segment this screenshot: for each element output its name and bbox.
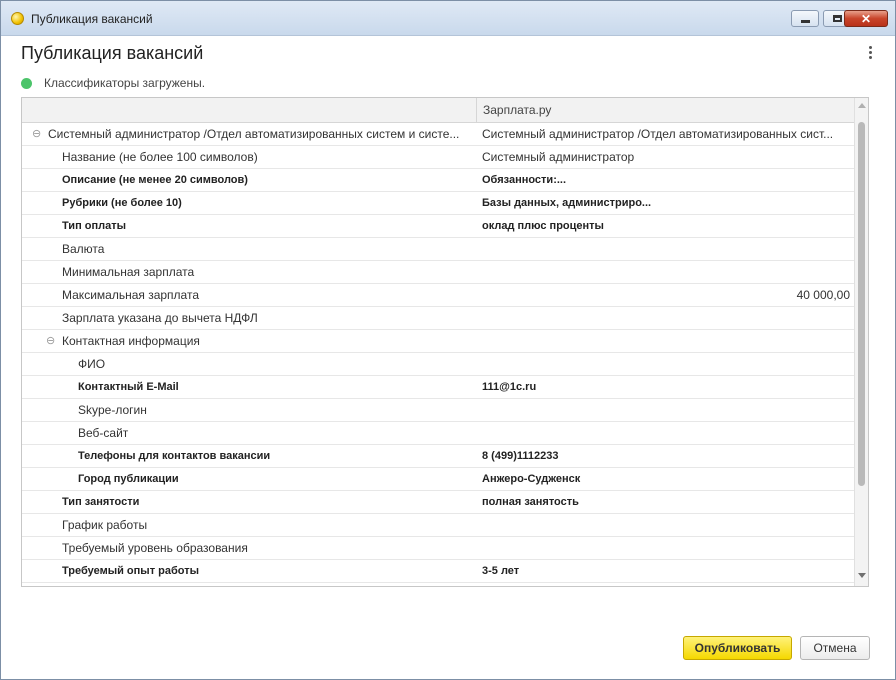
table-row[interactable]: Skype-логин: [22, 399, 856, 422]
table-row[interactable]: Требуемый уровень образования: [22, 537, 856, 560]
table-row[interactable]: Максимальная зарплата 40 000,00: [22, 284, 856, 307]
collapse-toggle-icon[interactable]: ⊖: [46, 330, 55, 352]
row-field-label: Телефоны для контактов вакансии: [78, 450, 271, 462]
vacancy-table[interactable]: Зарплата.ру ⊖ Системный администратор /От…: [21, 97, 869, 587]
row-field-label: Зарплата указана до вычета НДФЛ: [62, 311, 258, 325]
row-field-label: Максимальная зарплата: [62, 288, 199, 302]
scroll-thumb[interactable]: [858, 122, 865, 486]
row-field-label: График работы: [62, 518, 148, 532]
header-col-site[interactable]: Зарплата.ру: [476, 98, 551, 122]
table-row[interactable]: Тип занятости полная занятость: [22, 491, 856, 514]
status-text: Классификаторы загружены.: [44, 76, 206, 90]
table-row[interactable]: Минимальная зарплата: [22, 261, 856, 284]
row-field-value[interactable]: Обязанности:...: [482, 169, 850, 191]
row-field-label: Требуемый опыт работы: [62, 565, 199, 577]
row-field-value[interactable]: 111@1c.ru: [482, 376, 850, 398]
row-field-value[interactable]: Системный администратор /Отдел автоматиз…: [482, 123, 850, 145]
row-field-value[interactable]: Базы данных, администриро...: [482, 192, 850, 214]
row-field-label: Город публикации: [78, 473, 179, 485]
collapse-toggle-icon[interactable]: ⊖: [32, 123, 41, 145]
table-row[interactable]: ⊖ Контактная информация: [22, 330, 856, 353]
row-field-value[interactable]: 8 (499)1112233: [482, 445, 850, 467]
table-row[interactable]: Описание (не менее 20 символов) Обязаннос…: [22, 169, 856, 192]
row-field-value[interactable]: полная занятость: [482, 491, 850, 513]
row-field-label: Тип занятости: [62, 496, 140, 508]
more-actions-icon[interactable]: [869, 46, 873, 59]
table-body: ⊖ Системный администратор /Отдел автомати…: [22, 123, 856, 583]
table-row[interactable]: Название (не более 100 символов) Системны…: [22, 146, 856, 169]
close-button[interactable]: ✕: [844, 10, 888, 27]
publish-button[interactable]: Опубликовать: [683, 636, 792, 660]
status-indicator-icon: [21, 77, 32, 89]
table-row[interactable]: Зарплата указана до вычета НДФЛ: [22, 307, 856, 330]
row-field-label: Название (не более 100 символов): [62, 150, 258, 164]
row-field-value[interactable]: Анжеро-Судженск: [482, 468, 850, 490]
title-bar[interactable]: Публикация вакансий ✕: [1, 1, 895, 36]
minimize-icon: [800, 19, 810, 23]
row-field-label: Веб-сайт: [78, 426, 129, 440]
cancel-button[interactable]: Отмена: [800, 636, 870, 660]
row-field-label: Системный администратор /Отдел автоматиз…: [48, 127, 460, 141]
status-line: Классификаторы загружены.: [21, 76, 205, 90]
row-field-label: Рубрики (не более 10): [62, 197, 182, 209]
close-icon: ✕: [860, 11, 872, 26]
row-field-label: Контактный E-Mail: [78, 381, 179, 393]
row-field-value[interactable]: 3-5 лет: [482, 560, 850, 582]
row-field-label: Минимальная зарплата: [62, 265, 195, 279]
minimize-button[interactable]: [791, 10, 819, 27]
row-field-value[interactable]: 40 000,00: [482, 284, 850, 306]
table-row[interactable]: Тип оплаты оклад плюс проценты: [22, 215, 856, 238]
table-row[interactable]: Валюта: [22, 238, 856, 261]
table-header: Зарплата.ру: [22, 98, 856, 123]
row-field-label: Контактная информация: [62, 334, 200, 348]
publish-vacancies-window: Публикация вакансий ✕ Публикация ваканси…: [0, 0, 896, 680]
scroll-up-icon[interactable]: [858, 103, 866, 108]
vertical-scrollbar[interactable]: [854, 98, 868, 586]
row-field-label: Skype-логин: [78, 403, 147, 417]
table-row[interactable]: Требуемый опыт работы 3-5 лет: [22, 560, 856, 583]
table-row[interactable]: ⊖ Системный администратор /Отдел автомати…: [22, 123, 856, 146]
app-icon: [11, 12, 24, 25]
maximize-icon: [832, 15, 842, 22]
form-title: Публикация вакансий: [21, 43, 204, 63]
row-field-label: ФИО: [78, 357, 106, 371]
form-content: Публикация вакансий Классификаторы загру…: [1, 36, 895, 679]
table-row[interactable]: Город публикации Анжеро-Судженск: [22, 468, 856, 491]
scroll-down-icon[interactable]: [858, 573, 866, 578]
table-row[interactable]: ФИО: [22, 353, 856, 376]
table-row[interactable]: График работы: [22, 514, 856, 537]
table-row[interactable]: Контактный E-Mail 111@1c.ru: [22, 376, 856, 399]
row-field-label: Описание (не менее 20 символов): [62, 174, 248, 186]
row-field-label: Требуемый уровень образования: [62, 541, 248, 555]
window-title: Публикация вакансий: [31, 12, 153, 26]
row-field-label: Валюта: [62, 242, 105, 256]
table-row[interactable]: Веб-сайт: [22, 422, 856, 445]
table-row[interactable]: Телефоны для контактов вакансии 8 (499)11…: [22, 445, 856, 468]
row-field-label: Тип оплаты: [62, 220, 127, 232]
row-field-value[interactable]: Системный администратор: [482, 146, 850, 168]
row-field-value[interactable]: оклад плюс проценты: [482, 215, 850, 237]
table-row[interactable]: Рубрики (не более 10) Базы данных, админи…: [22, 192, 856, 215]
